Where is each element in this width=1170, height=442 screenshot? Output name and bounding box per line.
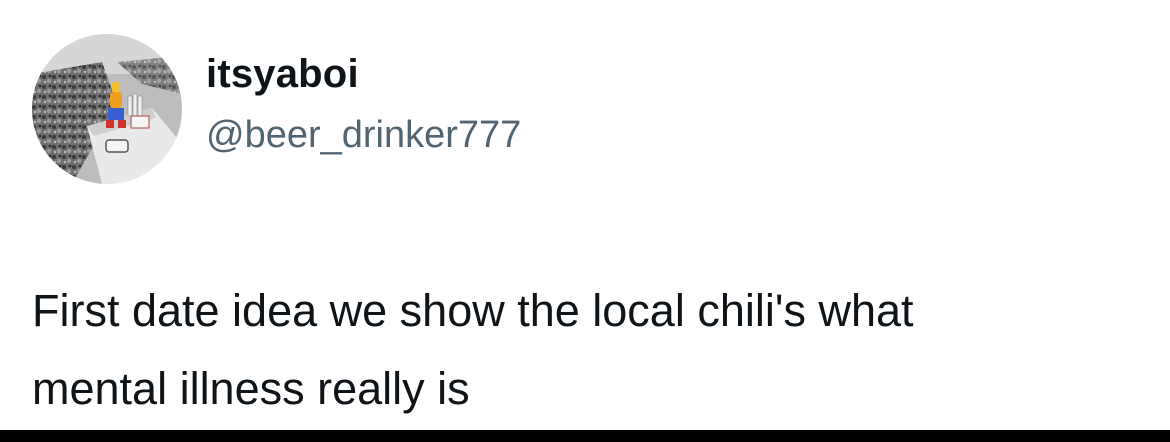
tweet-body: First date idea we show the local chili'… <box>32 272 1152 428</box>
tweet-card: itsyaboi @beer_drinker777 First date ide… <box>0 0 1170 430</box>
bottom-divider-bar <box>0 430 1170 442</box>
author-display-name[interactable]: itsyaboi <box>206 52 359 97</box>
author-avatar[interactable] <box>32 34 182 184</box>
avatar-photo-icon <box>32 34 182 184</box>
tweet-text-line: mental illness really is <box>32 363 470 414</box>
tweet-text-line: First date idea we show the local chili'… <box>32 285 914 336</box>
author-handle[interactable]: @beer_drinker777 <box>206 114 521 157</box>
